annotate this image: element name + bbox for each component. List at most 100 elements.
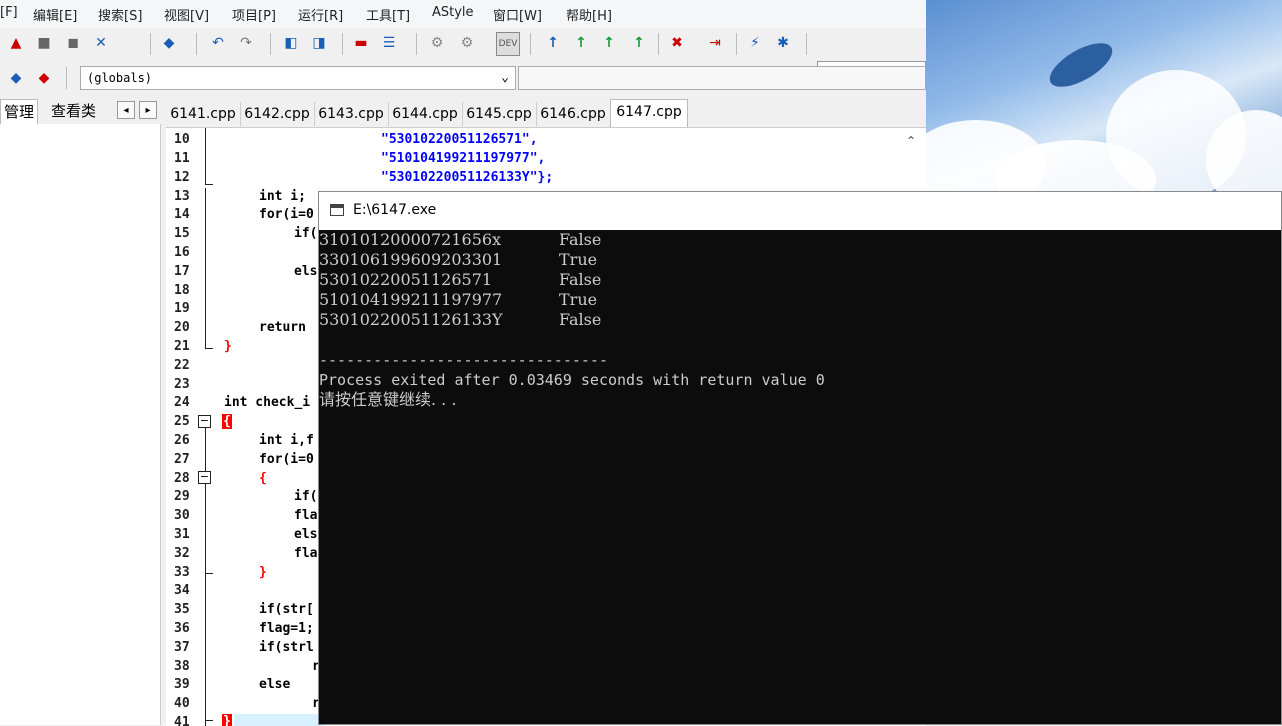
code-line-39: else [259,677,291,692]
fold-toggle-icon[interactable]: − [198,471,211,484]
tab-scroll-right-icon[interactable]: ▸ [139,101,157,119]
menu-edit[interactable]: 编辑[E] [33,5,77,24]
code-line-11: "510104199211197977", [381,151,546,166]
debug-icon[interactable]: ✖ [666,32,688,54]
fold-line [205,348,213,349]
code-line-35: if(str[ [259,602,314,617]
rebuild-icon[interactable]: ↑ [628,32,650,54]
add-to-project-icon[interactable]: ⚙ [426,32,448,54]
save-icon[interactable]: ■ [33,32,55,54]
tab-6144[interactable]: 6144.cpp [388,102,463,126]
menu-window[interactable]: 窗口[W] [493,5,542,24]
menu-bar: [F] 编辑[E] 搜索[S] 视图[V] 项目[P] 运行[R] 工具[T] … [0,0,926,28]
console-title-bar[interactable]: E:\6147.exe [319,192,1281,230]
fold-toggle-icon[interactable]: − [198,415,211,428]
find-icon[interactable]: ◧ [280,32,302,54]
dev-icon[interactable]: DEV [496,32,520,56]
output-row: 330106199609203301 True [319,250,825,270]
line-number: 38 [174,659,190,674]
line-number: 25 [174,414,190,429]
id-number: 31010120000721656x [319,230,502,249]
console-app-icon [330,204,344,216]
check-result: False [559,270,602,289]
line-number: 15 [174,226,190,241]
line-number: 17 [174,264,190,279]
menu-search[interactable]: 搜索[S] [98,5,142,24]
menu-tools[interactable]: 工具[T] [366,5,410,24]
tab-6141[interactable]: 6141.cpp [166,102,241,126]
menu-run[interactable]: 运行[R] [298,5,343,24]
new-file-icon[interactable]: ▲ [5,32,27,54]
replace-icon[interactable]: ◨ [308,32,330,54]
line-number: 12 [174,170,190,185]
remove-from-project-icon[interactable]: ⚙ [456,32,478,54]
check-result: True [559,250,598,269]
profile-icon[interactable]: ⚡ [744,32,766,54]
exit-message: Process exited after 0.03469 seconds wit… [319,371,825,389]
tab-6145[interactable]: 6145.cpp [462,102,537,126]
toolbar-separator [342,33,343,55]
line-number: 29 [174,489,190,504]
scope-select[interactable]: (globals) ⌄ [80,66,516,90]
code-line-10: "53010220051126571", [381,132,538,147]
undo-icon[interactable]: ↶ [207,32,229,54]
compile-icon[interactable]: ↑ [542,32,564,54]
desktop-wallpaper [926,0,1282,191]
code-line-36: flag=1; [259,621,314,636]
code-line-12: "53010220051126133Y"}; [381,170,554,185]
line-number: 36 [174,621,190,636]
output-row: 53010220051126571 False [319,270,825,290]
line-number: 37 [174,640,190,655]
fold-line [205,188,206,348]
line-number: 24 [174,395,190,410]
tab-6143[interactable]: 6143.cpp [314,102,389,126]
toggle-bookmark-icon[interactable]: ◆ [33,67,55,89]
menu-view[interactable]: 视图[V] [164,5,209,24]
output-row: 510104199211197977 True [319,290,825,310]
left-panel-tabs: 管理 查看类 [0,99,162,125]
scope-value: (globals) [87,71,153,85]
scroll-up-icon[interactable]: ⌃ [906,134,916,148]
chevron-down-icon[interactable]: ⌄ [501,67,509,89]
line-number: 31 [174,527,190,542]
code-line-41: } [222,714,232,726]
menu-astyle[interactable]: AStyle [432,5,474,20]
redo-icon[interactable]: ↷ [235,32,257,54]
compile-run-icon[interactable]: ↑ [598,32,620,54]
member-select[interactable] [518,66,926,90]
tab-scroll-left-icon[interactable]: ◂ [117,101,135,119]
editor-scrollbar[interactable]: ⌃ [898,128,924,188]
code-line-13: int i; [259,189,306,204]
file-tabs: 6141.cpp 6142.cpp 6143.cpp 6144.cpp 6145… [166,99,926,128]
menu-project[interactable]: 项目[P] [232,5,276,24]
close-icon[interactable]: ✕ [90,32,112,54]
menu-file[interactable]: [F] [0,5,18,20]
console-window[interactable]: E:\6147.exe 31010120000721656x False 3301… [318,191,1282,725]
tab-manage[interactable]: 管理 [0,99,39,124]
continue-prompt: 请按任意键继续. . . [319,390,457,409]
tab-6146[interactable]: 6146.cpp [536,102,611,126]
code-line-21: } [224,339,232,354]
menu-help[interactable]: 帮助[H] [566,5,612,24]
save-all-icon[interactable]: ◼ [62,32,84,54]
print-icon[interactable]: ◆ [158,32,180,54]
profile-delete-icon[interactable]: ✱ [772,32,794,54]
code-line-37: if(strl [259,640,314,655]
tab-class-browser[interactable]: 查看类 [48,99,99,123]
line-number: 32 [174,546,190,561]
toolbar-separator [66,67,67,89]
stop-icon[interactable]: ⇥ [704,32,726,54]
id-number: 53010220051126133Y [319,310,503,329]
line-number: 21 [174,339,190,354]
code-line-33: } [259,565,267,580]
output-row: 53010220051126133Y False [319,310,825,330]
tab-6142[interactable]: 6142.cpp [240,102,315,126]
tab-6147[interactable]: 6147.cpp [610,99,688,128]
current-line-highlight [234,714,324,726]
indent-icon[interactable]: ☰ [378,32,400,54]
insert-icon[interactable]: ◆ [5,67,27,89]
run-icon[interactable]: ↑ [570,32,592,54]
line-number: 18 [174,283,190,298]
code-line-26: int i,f [259,433,314,448]
goto-line-icon[interactable]: ▬ [350,32,372,54]
